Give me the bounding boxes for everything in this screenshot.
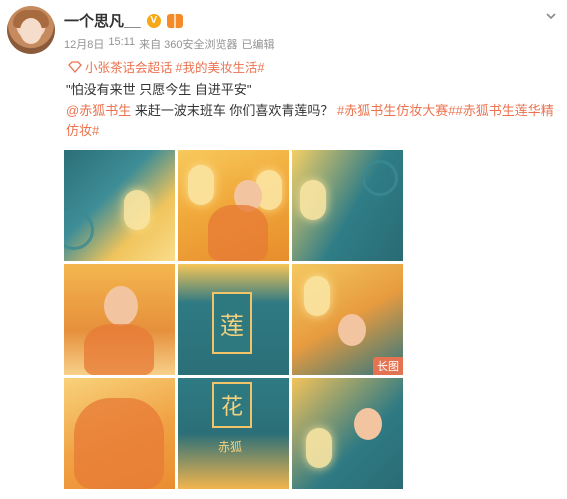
figure-face (354, 408, 382, 440)
username[interactable]: 一个思凡__ (64, 10, 141, 31)
post-text-line-1: "怕没有来世 只愿今生 自进平安" (66, 82, 252, 97)
post-text-body: 来赶一波末班车 你们喜欢青莲吗？ (131, 103, 338, 118)
post-time[interactable]: 15:11 (108, 36, 135, 52)
topic-line: 小张茶话会超话 #我的美妆生活# (68, 57, 264, 76)
seal-text: 赤狐 (218, 440, 243, 454)
figure-body (208, 205, 268, 261)
post-date[interactable]: 12月8日 (64, 36, 104, 52)
avatar-face (20, 18, 42, 44)
post-meta: 12月8日 15:11 来自 360安全浏览器 已编辑 (64, 36, 275, 52)
image-1[interactable] (64, 150, 175, 261)
image-2[interactable] (178, 150, 289, 261)
image-8[interactable]: 花 赤狐 (178, 378, 289, 489)
image-7[interactable] (64, 378, 175, 489)
cloud-ornament (362, 160, 398, 196)
figure-body (74, 398, 164, 489)
post-edited[interactable]: 已编辑 (242, 36, 275, 52)
topic-link-2[interactable]: #赤狐书生仿妆大赛# (337, 103, 455, 118)
figure-face (338, 314, 366, 346)
post-text-line-2: @赤狐书生 来赶一波末班车 你们喜欢青莲吗？ #赤狐书生仿妆大赛##赤狐书生莲华… (66, 101, 556, 141)
image-6[interactable]: 长图 (292, 264, 403, 375)
chevron-down-icon[interactable] (545, 10, 557, 22)
figure-face (104, 286, 138, 326)
gift-badge-icon[interactable] (166, 13, 183, 28)
mention-link[interactable]: @赤狐书生 (66, 103, 131, 118)
image-9[interactable] (292, 378, 403, 489)
figure-body (84, 324, 154, 375)
long-image-badge: 长图 (373, 357, 403, 375)
avatar[interactable] (7, 6, 55, 54)
title-char-1: 莲 (212, 292, 252, 354)
lantern (306, 428, 332, 468)
lantern (304, 276, 330, 316)
image-3[interactable] (292, 150, 403, 261)
supertopic-link[interactable]: 小张茶话会超话 (85, 57, 173, 76)
lantern (300, 180, 326, 220)
image-4[interactable] (64, 264, 175, 375)
cloud-ornament (64, 210, 94, 250)
lantern (124, 190, 150, 230)
image-5[interactable]: 莲 (178, 264, 289, 375)
super-topic-icon (68, 60, 82, 73)
post-source: 来自 360安全浏览器 (139, 39, 238, 51)
lantern (188, 165, 214, 205)
topic-link-1[interactable]: #我的美妆生活# (176, 57, 265, 76)
v-verified-icon[interactable]: V (146, 13, 161, 28)
title-char-2: 花 (212, 382, 252, 428)
name-row: 一个思凡__ V (64, 10, 183, 31)
